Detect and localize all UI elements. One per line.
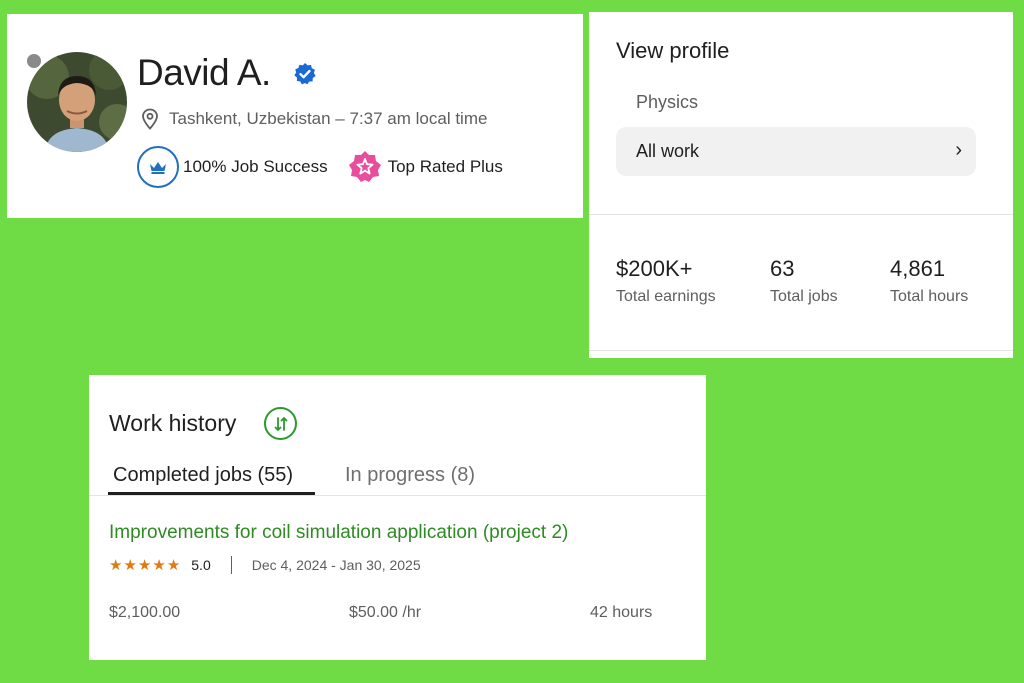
avatar[interactable] — [21, 50, 127, 156]
offline-status-dot — [25, 52, 43, 70]
star-icon: ★ — [152, 557, 166, 574]
tab-completed-jobs[interactable]: Completed jobs (55) — [113, 464, 293, 487]
top-rated-plus-badge[interactable]: Top Rated Plus — [328, 150, 503, 184]
work-history-title: Work history — [109, 410, 237, 436]
stat-label: Total earnings — [616, 288, 716, 305]
stat-label: Total hours — [890, 288, 969, 305]
job-title-link[interactable]: Improvements for coil simulation applica… — [109, 522, 568, 544]
stat-total-hours: 4,861 Total hours — [890, 256, 968, 306]
job-success-label: 100% Job Success — [183, 157, 328, 176]
divider — [589, 350, 1013, 351]
chevron-right-icon: › — [955, 139, 962, 161]
divider — [589, 214, 1013, 215]
job-hours: 42 hours — [590, 604, 653, 621]
sort-arrows-icon — [274, 416, 287, 431]
stat-label: Total jobs — [770, 288, 838, 305]
view-profile-title: View profile — [616, 38, 730, 63]
stat-value: $200K+ — [616, 256, 693, 281]
work-history-card: Work history Completed jobs (55) In prog… — [89, 375, 706, 660]
verified-badge-icon — [294, 63, 316, 85]
stat-total-jobs: 63 Total jobs — [770, 256, 838, 306]
job-amount: $2,100.00 — [109, 604, 181, 621]
job-rating-row: ★ ★ ★ ★ ★ 5.0 Dec 4, 2024 - Jan 30, 2025 — [109, 556, 421, 574]
star-rating: ★ ★ ★ ★ ★ — [109, 556, 181, 574]
location-pin-icon — [142, 108, 158, 130]
divider — [89, 495, 706, 496]
rating-score: 5.0 — [191, 557, 211, 573]
location-row: Tashkent, Uzbekistan – 7:37 am local tim… — [141, 108, 487, 130]
profile-header-card: David A. Tashkent, Uzbekistan – 7:37 am … — [7, 14, 583, 218]
all-work-button[interactable]: All work › — [616, 127, 976, 176]
job-hourly-rate: $50.00 /hr — [349, 604, 422, 621]
stat-value: 63 — [770, 256, 795, 281]
avatar-photo — [27, 52, 127, 152]
freelancer-name: David A. — [137, 52, 271, 93]
star-icon: ★ — [137, 557, 152, 574]
job-dates: Dec 4, 2024 - Jan 30, 2025 — [251, 557, 421, 573]
specialized-profile-physics[interactable]: Physics — [636, 92, 698, 113]
job-success-badge[interactable]: 100% Job Success — [137, 146, 328, 188]
sort-button[interactable] — [264, 407, 297, 440]
crown-icon — [137, 146, 179, 188]
tab-in-progress[interactable]: In progress (8) — [345, 464, 475, 487]
star-icon: ★ — [109, 557, 123, 574]
top-rated-plus-label: Top Rated Plus — [387, 157, 503, 176]
top-rated-plus-icon — [348, 151, 381, 182]
stat-value: 4,861 — [890, 256, 946, 281]
view-profile-card: View profile Physics All work › $200K+ T… — [589, 12, 1013, 358]
star-icon: ★ — [123, 557, 137, 574]
location-text: Tashkent, Uzbekistan – 7:37 am local tim… — [169, 109, 488, 128]
all-work-label: All work — [636, 141, 700, 161]
star-icon: ★ — [166, 557, 181, 574]
separator — [230, 556, 232, 574]
badge-row: 100% Job Success Top Rated Plus — [137, 146, 503, 188]
stat-total-earnings: $200K+ Total earnings — [616, 256, 716, 306]
